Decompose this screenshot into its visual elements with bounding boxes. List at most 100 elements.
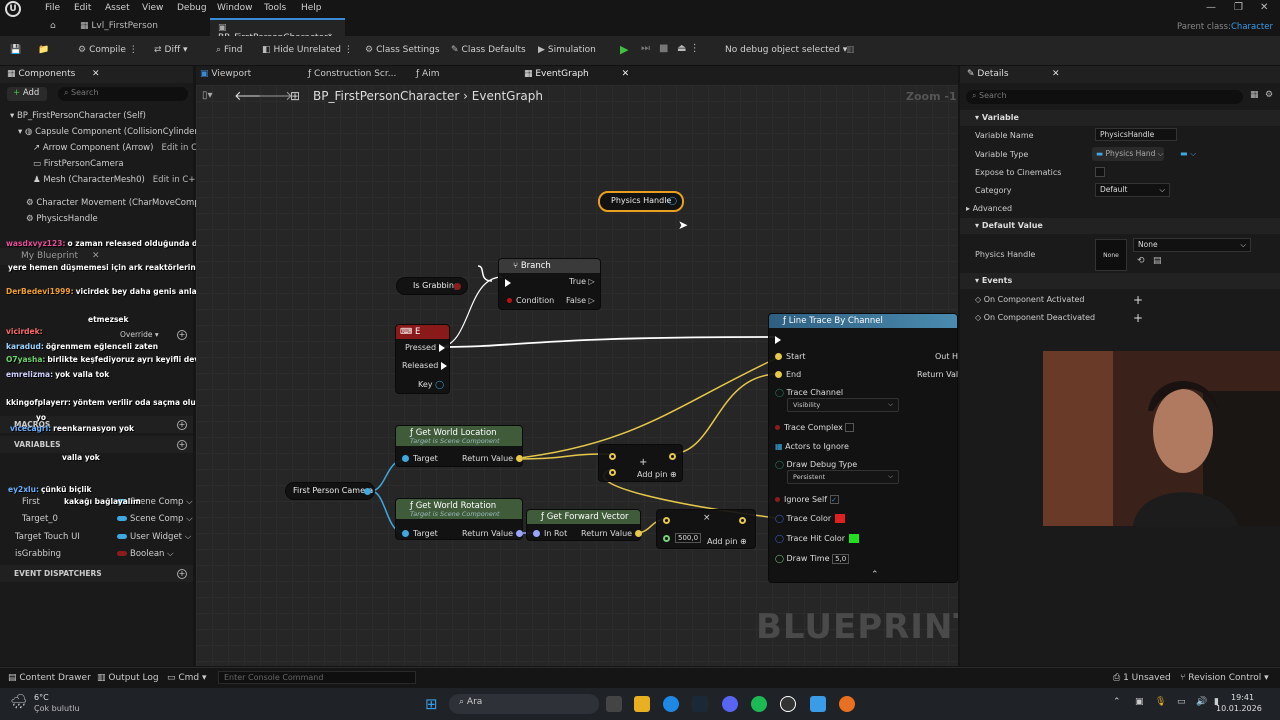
return-value-pin[interactable]: Return Value xyxy=(581,529,642,538)
tab-close-icon[interactable]: ✕ xyxy=(622,69,630,79)
out-hit-pin[interactable]: Out H xyxy=(935,352,958,361)
save-icon[interactable]: 💾 xyxy=(10,45,21,55)
variable-section-header[interactable]: ▾ Variable xyxy=(960,110,1280,126)
float-pin-icon[interactable] xyxy=(663,535,670,542)
line-trace-by-channel-node[interactable]: ƒ Line Trace By Channel Start Out H End … xyxy=(768,313,958,583)
return-value-pin[interactable]: Return Value xyxy=(462,529,523,538)
blender-icon[interactable] xyxy=(839,696,855,712)
trace-hit-color-pin[interactable]: ◯ Trace Hit Color xyxy=(775,534,860,543)
end-pin[interactable]: End xyxy=(775,370,801,379)
get-world-rotation-node[interactable]: ƒ Get World Rotation Target is Scene Comp… xyxy=(395,498,523,540)
cmd-dropdown[interactable]: ▭ Cmd ▾ xyxy=(167,673,207,683)
class-defaults-button[interactable]: ✎ Class Defaults xyxy=(451,45,526,55)
tree-item-capsule[interactable]: ▾ ◍ Capsule Component (CollisionCylinder… xyxy=(18,127,201,137)
vector-pin-icon[interactable] xyxy=(609,469,616,476)
ignore-self-pin[interactable]: Ignore Self ✓ xyxy=(775,495,839,504)
tab-construction-script[interactable]: ƒ Construction Scr... xyxy=(308,69,396,79)
trace-channel-pin[interactable]: ◯ Trace Channel xyxy=(775,388,843,397)
tree-item-movement[interactable]: ⚙ Character Movement (CharMoveComp) xyxy=(26,198,203,208)
app-icon[interactable] xyxy=(810,696,826,712)
restore-icon[interactable]: ❐ xyxy=(1234,2,1243,13)
minimize-icon[interactable]: — xyxy=(1206,2,1216,13)
is-grabbing-getter-node[interactable]: Is Grabbing xyxy=(396,277,468,295)
tab-level[interactable]: ▦ Lvl_FirstPerson xyxy=(72,18,166,36)
variable-row[interactable]: isGrabbing Boolean ⌵ xyxy=(15,549,190,559)
category-dropdown[interactable]: Default ⌵ xyxy=(1095,183,1170,197)
browse-icon[interactable]: 📁 xyxy=(38,45,49,55)
tab-blueprint[interactable]: ▣ BP_FirstPersonCharacter* ✕ xyxy=(210,18,345,53)
unreal-logo-icon[interactable]: U xyxy=(5,1,21,17)
released-pin[interactable]: Released xyxy=(402,361,447,370)
add-event-button[interactable]: + xyxy=(1133,311,1143,325)
hide-unrelated-button[interactable]: ◧ Hide Unrelated ⋮ xyxy=(262,45,353,55)
trace-complex-pin[interactable]: Trace Complex xyxy=(775,423,855,432)
ignore-self-checkbox[interactable]: ✓ xyxy=(829,495,839,504)
physics-handle-dropdown[interactable]: None ⌵ xyxy=(1133,238,1251,252)
steam-icon[interactable] xyxy=(692,696,708,712)
network-icon[interactable]: ▭ xyxy=(1177,697,1186,707)
trace-channel-dropdown[interactable]: Visibility ⌵ xyxy=(787,398,899,412)
add-macro-icon[interactable]: + xyxy=(177,420,187,430)
volume-icon[interactable]: 🔊 xyxy=(1196,697,1207,707)
draw-time-pin[interactable]: ◯ Draw Time 5,0 xyxy=(775,554,850,564)
add-event-button[interactable]: + xyxy=(1133,293,1143,307)
find-button[interactable]: ⌕ Find xyxy=(216,45,243,55)
vector-pin-icon[interactable] xyxy=(609,453,616,460)
default-value-section-header[interactable]: ▾ Default Value xyxy=(960,218,1280,234)
reset-arrow-icon[interactable]: ⟲ xyxy=(1137,256,1145,266)
menu-asset[interactable]: Asset xyxy=(105,3,130,13)
settings-icon[interactable]: ⚙ xyxy=(1265,90,1273,100)
menu-file[interactable]: File xyxy=(45,3,60,13)
object-pin-icon[interactable] xyxy=(364,488,371,495)
menu-view[interactable]: View xyxy=(142,3,163,13)
branch-node[interactable]: ⑂ Branch True ▷ Condition False ▷ xyxy=(498,258,601,310)
false-pin[interactable]: False ▷ xyxy=(566,296,595,305)
output-log-button[interactable]: ▥ Output Log xyxy=(97,673,159,683)
multiply-vector-node[interactable]: 500,0 × Add pin ⊕ xyxy=(656,509,756,549)
tab-viewport[interactable]: ▣ Viewport xyxy=(200,69,251,79)
exec-in-pin[interactable] xyxy=(775,335,781,344)
event-graph-canvas[interactable]: ▯▾ 🡐 🡒 ⊞ BP_FirstPersonCharacter › Event… xyxy=(196,85,958,666)
exec-in-pin[interactable] xyxy=(505,278,511,287)
vector-pin-icon[interactable] xyxy=(739,517,746,524)
variable-name-input[interactable]: PhysicsHandle xyxy=(1095,128,1177,141)
grid-view-icon[interactable]: ▦ xyxy=(1250,90,1259,100)
variable-row[interactable]: Target_0 Scene Comp ⌵ xyxy=(22,514,197,524)
unreal-engine-icon[interactable] xyxy=(780,696,796,712)
e-key-event-node[interactable]: ⌨ E Pressed Released Key ◯ xyxy=(395,324,450,394)
taskbar-search[interactable]: ⌕ Ara xyxy=(449,694,599,714)
draw-debug-type-pin[interactable]: ◯ Draw Debug Type xyxy=(775,460,857,469)
browse-folder-icon[interactable]: ▤ xyxy=(1153,256,1162,266)
eject-icon[interactable]: ⏏ ⋮ xyxy=(677,43,700,54)
close-window-icon[interactable]: ✕ xyxy=(1260,2,1268,13)
tree-item-camera[interactable]: ▭ FirstPersonCamera xyxy=(33,159,124,169)
variables-section[interactable]: VARIABLES xyxy=(0,436,193,453)
tray-app-icon[interactable]: ▣ xyxy=(1135,697,1144,707)
bool-pin-icon[interactable] xyxy=(454,283,461,290)
output-pin-icon[interactable]: ◯ xyxy=(668,196,677,205)
add-variable-icon[interactable]: + xyxy=(177,440,187,450)
in-rot-pin[interactable]: In Rot xyxy=(533,529,567,538)
task-view-icon[interactable] xyxy=(606,696,622,712)
target-pin[interactable]: Target xyxy=(402,454,438,463)
vector-pin-icon[interactable] xyxy=(663,517,670,524)
physics-handle-getter-node[interactable]: Physics Handle ◯ xyxy=(598,191,684,212)
debug-icon[interactable]: ▥ xyxy=(846,45,855,55)
add-vector-node[interactable]: + Add pin ⊕ xyxy=(598,444,683,482)
step-icon[interactable]: ⏭ xyxy=(641,43,650,54)
vector-pin-icon[interactable] xyxy=(669,453,676,460)
clock-date[interactable]: 10.01.2026 xyxy=(1216,704,1262,713)
components-search-input[interactable]: ⌕ Search xyxy=(58,87,188,101)
tree-item-self[interactable]: ▾ BP_FirstPersonCharacter (Self) xyxy=(10,111,146,121)
container-type-icon[interactable]: ▬ ⌵ xyxy=(1180,149,1196,159)
event-dispatchers-section[interactable]: EVENT DISPATCHERS xyxy=(0,565,193,582)
tab-eventgraph[interactable]: ▦ EventGraph ✕ xyxy=(524,69,629,79)
events-section-header[interactable]: ▾ Events xyxy=(960,273,1280,289)
true-pin[interactable]: True ▷ xyxy=(569,277,595,286)
add-pin-button[interactable]: Add pin ⊕ xyxy=(637,470,677,479)
microphone-icon[interactable]: 🎙 xyxy=(1155,697,1166,707)
edge-icon[interactable] xyxy=(663,696,679,712)
override-dropdown[interactable]: Override ▾ xyxy=(120,330,159,339)
advanced-expander[interactable]: ▸ Advanced xyxy=(966,204,1012,213)
expose-checkbox[interactable] xyxy=(1095,167,1105,177)
